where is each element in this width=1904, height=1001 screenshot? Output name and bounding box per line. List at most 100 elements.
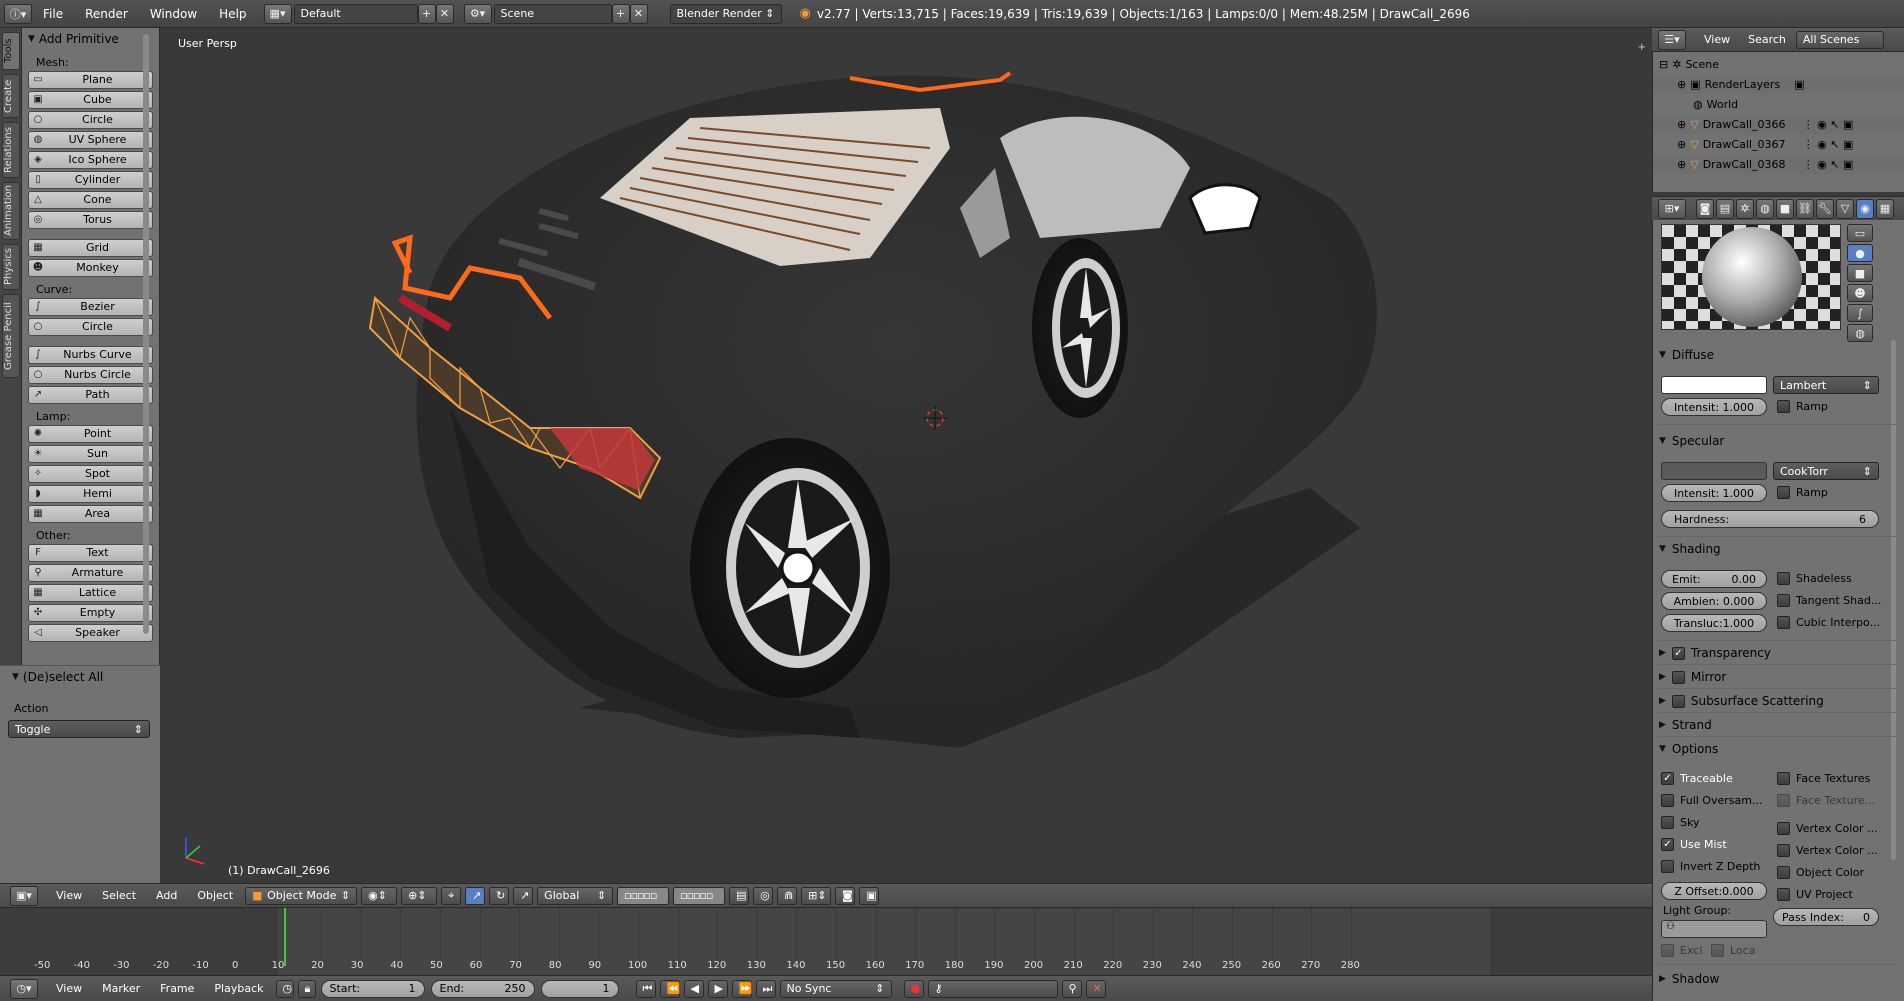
outliner-row-scene[interactable]: ⊟ ✲ Scene: [1653, 54, 1904, 74]
render-tab-icon[interactable]: ◙: [1696, 198, 1714, 219]
pivot-select[interactable]: ⊕⇕: [401, 886, 438, 905]
z-offset-field[interactable]: Z Offset:0.000: [1661, 882, 1767, 900]
next-keyframe-button[interactable]: ⏩: [731, 979, 752, 998]
add-mesh-circle-button[interactable]: ○ Circle: [28, 111, 153, 129]
sss-panel-header[interactable]: ▶ Subsurface Scattering: [1659, 694, 1824, 708]
scale-manip-button[interactable]: ↗: [513, 886, 534, 905]
data-tab-icon[interactable]: ▽: [1836, 198, 1854, 219]
translucency-field[interactable]: Transluc:1.000: [1661, 614, 1767, 632]
add-other-armature-button[interactable]: ⚲ Armature: [28, 564, 153, 582]
editor-type-info-icon[interactable]: ⓘ▾: [4, 3, 32, 24]
toolshelf-scrollbar[interactable]: [143, 34, 149, 634]
specular-ramp-checkbox[interactable]: Ramp: [1777, 486, 1828, 499]
tab-animation[interactable]: Animation: [2, 182, 20, 240]
prev-keyframe-button[interactable]: ⏪: [659, 979, 680, 998]
scene-icon[interactable]: ⚙▾: [463, 3, 492, 24]
outliner-menu-view[interactable]: View: [1704, 33, 1730, 46]
proportional-edit-button[interactable]: ◎: [753, 886, 774, 905]
screen-layout-icon[interactable]: ▦▾: [263, 3, 292, 24]
menu-file[interactable]: File: [32, 7, 74, 21]
jump-start-button[interactable]: ⏮: [635, 979, 656, 998]
scene-tab-icon[interactable]: ✲: [1736, 198, 1754, 219]
specular-intensity-field[interactable]: Intensit: 1.000: [1661, 484, 1767, 502]
use-mist-checkbox[interactable]: ✓ Use Mist: [1661, 838, 1727, 851]
car-model[interactable]: [160, 28, 1652, 883]
add-mesh-cone-button[interactable]: △ Cone: [28, 191, 153, 209]
add-primitive-header[interactable]: ▼ Add Primitive: [22, 28, 159, 50]
play-reverse-button[interactable]: ◀: [683, 979, 704, 998]
world-tab-icon[interactable]: ◍: [1756, 198, 1774, 219]
menu-frame[interactable]: Frame: [150, 982, 204, 995]
snap-toggle[interactable]: ⋒: [777, 886, 798, 905]
action-select[interactable]: Toggle ⇕: [8, 720, 150, 738]
layers-group-1[interactable]: ▫▫▫▫▫: [617, 886, 670, 905]
invert-z-checkbox[interactable]: Invert Z Depth: [1661, 860, 1760, 873]
viewport-shading-select[interactable]: ◉⇕: [361, 886, 398, 905]
menu-marker[interactable]: Marker: [92, 982, 150, 995]
snap-element-select[interactable]: ⊞⇕: [801, 886, 832, 905]
mode-select[interactable]: ■ Object Mode ⇕: [245, 886, 358, 905]
mirror-panel-header[interactable]: ▶ Mirror: [1659, 670, 1726, 684]
outliner-menu-search[interactable]: Search: [1748, 33, 1786, 46]
remove-scene-icon[interactable]: ✕: [629, 3, 648, 24]
strand-panel-header[interactable]: ▶ Strand: [1659, 718, 1712, 732]
region-toggle-icon[interactable]: +: [1638, 42, 1646, 53]
start-frame-field[interactable]: Start: 1: [320, 979, 425, 998]
preview-sphere-icon[interactable]: ●: [1847, 244, 1873, 262]
menu-window[interactable]: Window: [139, 7, 208, 21]
outliner-row-object[interactable]: ⊕ ▽ DrawCall_0366 ⋮ ◉ ↖ ▣: [1653, 114, 1904, 134]
add-mesh-monkey-button[interactable]: ☻ Monkey: [28, 259, 153, 277]
menu-add[interactable]: Add: [146, 889, 187, 902]
shadeless-checkbox[interactable]: Shadeless: [1777, 572, 1852, 585]
add-curve-nurbs-circle-button[interactable]: ○ Nurbs Circle: [28, 366, 153, 384]
tab-relations[interactable]: Relations: [2, 122, 20, 178]
add-lamp-sun-button[interactable]: ☀ Sun: [28, 445, 153, 463]
insert-keyframe-button[interactable]: ⚲: [1061, 979, 1082, 998]
editor-type-timeline-icon[interactable]: ◷▾: [10, 978, 38, 999]
render-engine-select[interactable]: Blender Render ⇕: [669, 3, 782, 24]
add-mesh-plane-button[interactable]: ▭ Plane: [28, 71, 153, 89]
opengl-render-button[interactable]: ◙: [835, 886, 856, 905]
add-lamp-hemi-button[interactable]: ◗ Hemi: [28, 485, 153, 503]
render-layers-tab-icon[interactable]: ▤: [1716, 198, 1734, 219]
cubic-interpolation-checkbox[interactable]: Cubic Interpo...: [1777, 616, 1880, 629]
options-panel-header[interactable]: ▼ Options: [1659, 742, 1718, 756]
orientation-select[interactable]: Global ⇕: [537, 886, 614, 905]
end-frame-field[interactable]: End: 250: [430, 979, 535, 998]
add-other-text-button[interactable]: F Text: [28, 544, 153, 562]
diffuse-ramp-checkbox[interactable]: Ramp: [1777, 400, 1828, 413]
menu-playback[interactable]: Playback: [204, 982, 273, 995]
preview-hair-icon[interactable]: ∫: [1847, 304, 1873, 322]
add-mesh-torus-button[interactable]: ◎ Torus: [28, 211, 153, 229]
uv-project-checkbox[interactable]: UV Project: [1777, 888, 1853, 901]
texture-tab-icon[interactable]: ▦: [1876, 198, 1894, 219]
shading-panel-header[interactable]: ▼ Shading: [1659, 542, 1721, 556]
add-mesh-cube-button[interactable]: ▣ Cube: [28, 91, 153, 109]
menu-view[interactable]: View: [46, 889, 92, 902]
specular-color-swatch[interactable]: [1661, 462, 1767, 480]
add-curve-circle-button[interactable]: ○ Circle: [28, 318, 153, 336]
properties-scrollbar[interactable]: [1891, 340, 1896, 860]
editor-type-outliner-icon[interactable]: ☰▾: [1658, 29, 1686, 50]
sky-checkbox[interactable]: Sky: [1661, 816, 1699, 829]
keying-set-field[interactable]: ⚷: [927, 979, 1058, 998]
add-other-speaker-button[interactable]: ◁ Speaker: [28, 624, 153, 642]
tab-grease-pencil[interactable]: Grease Pencil: [2, 294, 20, 378]
add-curve-nurbs-curve-button[interactable]: ∫ Nurbs Curve: [28, 346, 153, 364]
add-curve-bezier-button[interactable]: ∫ Bezier: [28, 298, 153, 316]
visibility-icons[interactable]: ⋮ ◉ ↖ ▣: [1803, 138, 1854, 151]
visibility-icons[interactable]: ⋮ ◉ ↖ ▣: [1803, 118, 1854, 131]
preview-range-toggle[interactable]: ◷: [275, 979, 294, 998]
rotate-manip-button[interactable]: ↻: [489, 886, 510, 905]
add-lamp-area-button[interactable]: ▦ Area: [28, 505, 153, 523]
tangent-shading-checkbox[interactable]: Tangent Shad...: [1777, 594, 1881, 607]
full-oversampling-checkbox[interactable]: Full Oversam...: [1661, 794, 1762, 807]
ambient-field[interactable]: Ambien: 0.000: [1661, 592, 1767, 610]
add-mesh-grid-button[interactable]: ▦ Grid: [28, 239, 153, 257]
material-tab-icon[interactable]: ◉: [1856, 198, 1874, 219]
layer-toggle-icon[interactable]: ▣: [1794, 78, 1804, 91]
specular-shader-select[interactable]: CookTorr ⇕: [1773, 462, 1879, 480]
add-scene-icon[interactable]: +: [611, 3, 630, 24]
jump-end-button[interactable]: ⏭: [755, 979, 776, 998]
timeline-area[interactable]: -50 -40 -30 -20 -10 0 10 20 30 40 50 60 70 80 90 100 110…: [0, 907, 1652, 976]
